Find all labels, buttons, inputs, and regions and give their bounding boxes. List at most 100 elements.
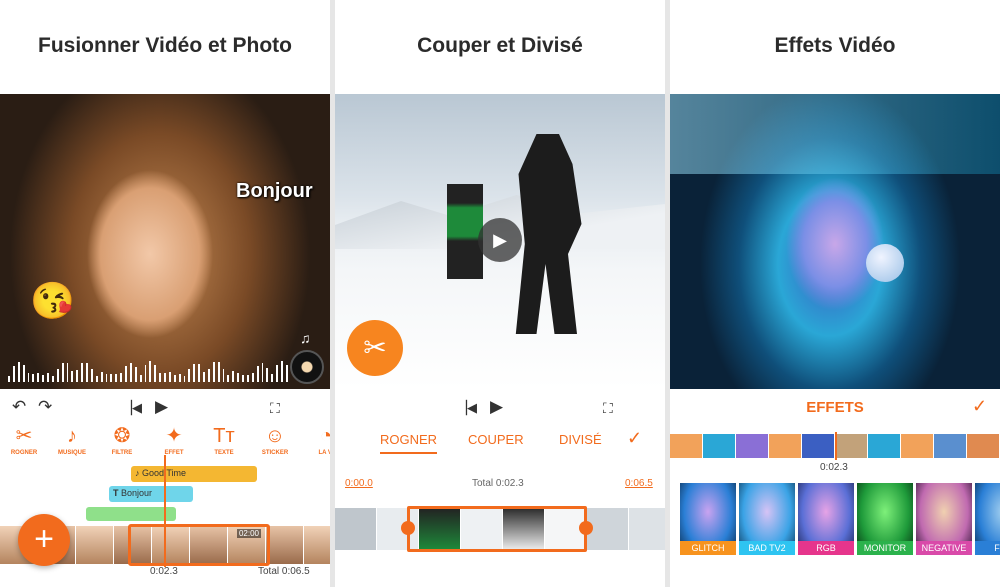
waveform-bar [76,370,79,382]
redo-icon[interactable]: ↷ [38,397,52,417]
waveform-bar [276,365,278,382]
skip-start-icon[interactable]: ▕◀ [122,400,142,416]
strip-thumbnail [703,434,736,458]
effects-list: GLITCHBAD TV2RGBMONITORNEGATIVEFLO [680,483,1000,555]
waveform-bar [110,374,113,382]
tool-la-vie[interactable]: ◔ LA VI [299,424,330,456]
waveform-bar [285,365,288,382]
waveform-bar [8,376,10,382]
clip-duration: 02:00 [236,529,261,538]
strip-thumbnail [76,526,114,564]
end-time[interactable]: 0:06.5 [625,478,653,489]
emoji-sticker[interactable]: 😘 [30,280,75,322]
effect-monitor[interactable]: MONITOR [857,483,913,555]
waveform-bar [242,375,244,382]
play-icon[interactable]: ▶ [490,397,503,417]
waveform-bar [203,372,205,382]
tool-label: STICKER [261,450,289,456]
sticker-track[interactable] [86,507,176,521]
trim-handle-right[interactable] [579,521,593,535]
tool-filtre[interactable]: ❂ FILTRE [95,424,149,456]
effect-badtv[interactable]: BAD TV2 [739,483,795,555]
text-track[interactable]: T Bonjour [109,486,193,502]
trim-handle-left[interactable] [401,521,415,535]
waveform-bar [95,376,98,382]
waveform-bar [105,374,108,382]
start-time[interactable]: 0:00.0 [345,478,373,489]
text-track-label: Bonjour [121,488,153,498]
scissors-button[interactable]: ✂ [347,320,403,376]
tool-sticker[interactable]: ☺ STICKER [248,424,302,456]
tab-bar: ROGNER COUPER DIVISÉ ✓ [335,428,665,456]
tool-rogner[interactable]: ✂ ROGNER [0,424,51,456]
trim-selection[interactable] [401,506,593,552]
waveform-bar [198,364,200,382]
waveform-bar [227,375,230,382]
overlay-text[interactable]: Bonjour [236,180,313,203]
add-button[interactable]: + [18,514,70,566]
skip-start-icon[interactable]: ▕◀ [457,400,477,416]
snowboarder-child [447,184,483,279]
effect-glitch[interactable]: GLITCH [680,483,736,555]
effect-rgb[interactable]: RGB [798,483,854,555]
preview-photo [670,94,1000,389]
playback-controls: ↶ ↷ ▕◀ ▶ ⛶ [0,395,330,421]
waveform-bar [42,375,44,382]
panel-effects: Effets Vidéo EFFETS ✓ 0:02.3 GLITCH BAD T… [670,0,1000,587]
waveform-bar [188,369,191,382]
tool-texte[interactable]: Tт TEXTE [197,424,251,456]
music-track[interactable]: ♪ Good Time [131,466,257,482]
fullscreen-icon[interactable]: ⛶ [603,400,613,417]
effect-negative[interactable]: NEGATIVE [916,483,972,555]
effect-label: RGB [798,541,854,555]
vinyl-record-icon[interactable] [290,350,324,384]
play-button[interactable]: ▶ [478,218,522,262]
playhead[interactable] [164,455,166,567]
tab-divise[interactable]: DIVISÉ [559,432,602,447]
strip-thumbnail [901,434,934,458]
tool-musique[interactable]: ♪ MUSIQUE [45,424,99,456]
waveform-bar [149,361,152,382]
text-icon: T [113,488,121,498]
strip-thumbnail [335,508,377,550]
clip-selection[interactable]: 02:00 [128,524,270,566]
tab-rogner[interactable]: ROGNER [380,432,438,454]
waveform-bar [56,369,59,382]
waveform-bar [266,368,269,382]
effect-flo[interactable]: FLO [975,483,1000,555]
tool-label: FILTRE [111,450,133,456]
playhead[interactable] [835,432,837,460]
waveform-bar [246,375,249,382]
strip-thumbnail [670,434,703,458]
panel-merge: Fusionner Vidéo et Photo Bonjour 😘 ♫ ↶ ↷… [0,0,330,587]
effect-label: BAD TV2 [739,541,795,555]
tool-label: ROGNER [10,450,38,456]
waveform-bar [212,362,215,382]
effect-label: NEGATIVE [916,541,972,555]
waveform-bar [271,374,274,382]
current-time: 0:02.3 [820,462,848,473]
effect-label: GLITCH [680,541,736,555]
strip-thumbnail [934,434,967,458]
preview-photo: ▶ ✂ [335,94,665,389]
waveform-bar [217,362,220,382]
undo-icon[interactable]: ↶ [12,397,26,417]
fullscreen-icon[interactable]: ⛶ [270,400,280,417]
waveform-bar [261,363,264,382]
play-icon[interactable]: ▶ [155,397,168,417]
confirm-icon[interactable]: ✓ [627,428,642,449]
waveform-bar [237,373,239,382]
waveform-bar [168,372,171,382]
waveform-bar [173,375,176,382]
tab-couper[interactable]: COUPER [468,432,524,447]
waveform-bar [37,373,40,382]
strip-thumbnail [587,508,629,550]
sticker-icon: ☺ [264,425,286,447]
waveform-bar [51,376,54,382]
waveform-bar [90,369,93,382]
effect-label: MONITOR [857,541,913,555]
musique-icon: ♪ [67,425,77,447]
playback-controls: ▕◀ ▶ ⛶ [335,395,665,421]
tool-effet[interactable]: ✦ EFFET [147,424,201,456]
confirm-icon[interactable]: ✓ [972,396,987,417]
